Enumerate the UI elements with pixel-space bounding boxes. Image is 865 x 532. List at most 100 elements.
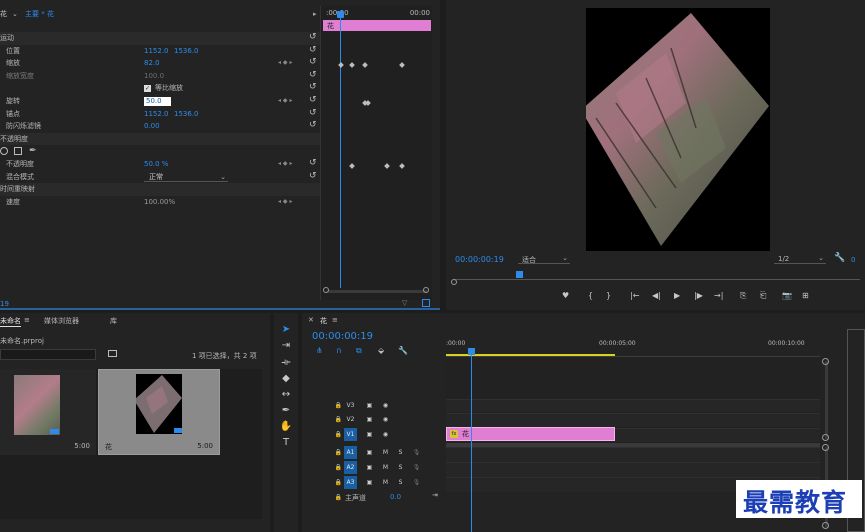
blend-mode-dropdown[interactable]: 正常 ⌄ (144, 172, 228, 182)
quality-dropdown[interactable]: 1/2 ⌄ (774, 253, 826, 264)
sync-lock-icon[interactable]: ▣ (363, 428, 376, 441)
mark-in-button[interactable]: { (588, 291, 593, 300)
vertical-scrollbar[interactable] (825, 361, 828, 439)
sync-lock-icon[interactable]: ▣ (363, 446, 376, 459)
go-to-end-icon[interactable]: ⇥ (432, 491, 438, 499)
timeline-timecode[interactable]: 00:00:00:19 (312, 331, 373, 342)
track-a2-lane[interactable] (446, 462, 820, 477)
selection-tool-icon[interactable]: ➤ (278, 324, 294, 335)
hand-tool-icon[interactable]: ✋ (278, 421, 294, 432)
uniform-scale-checkbox[interactable]: ✓ (144, 85, 151, 93)
position-y-value[interactable]: 1536.0 (174, 45, 199, 58)
go-to-out-button[interactable]: →| (714, 291, 723, 300)
solo-button[interactable]: S (394, 461, 407, 474)
menu-icon[interactable]: ≡ (332, 316, 338, 324)
solo-button[interactable]: S (394, 476, 407, 489)
eye-icon[interactable]: ◉ (379, 428, 392, 441)
keyframe-diamond[interactable] (384, 163, 390, 169)
zoom-handle-left-icon[interactable] (323, 287, 329, 293)
property-row-position[interactable]: 位置 1152.0 1536.0 ↺ (0, 45, 320, 58)
chevron-down-icon[interactable]: ⌄ (12, 8, 18, 20)
track-v2-lane[interactable] (446, 413, 820, 427)
property-row-rotation[interactable]: 旋转 50.0 ◂ ◆ ▸ ↺ (0, 95, 320, 108)
keyframe-nav[interactable]: ◂ ◆ ▸ (278, 95, 292, 108)
reset-icon[interactable]: ↺ (309, 170, 317, 183)
reset-icon[interactable]: ↺ (309, 69, 317, 82)
property-row-blend-mode[interactable]: 混合模式 正常 ⌄ ↺ (0, 171, 320, 184)
reset-icon[interactable]: ↺ (309, 119, 317, 132)
mini-playhead-handle[interactable] (337, 11, 344, 18)
program-scrub-bar[interactable] (455, 271, 860, 281)
master-volume[interactable]: 0.0 (390, 493, 401, 501)
slip-tool-icon[interactable]: ↔ (278, 389, 294, 400)
filter-icon[interactable]: ▽ (402, 299, 407, 307)
scale-value[interactable]: 82.0 (144, 57, 160, 70)
property-row-anchor[interactable]: 锚点 1152.0 1536.0 ↺ (0, 108, 320, 121)
wrench-icon[interactable]: 🔧 (834, 253, 845, 263)
play-button[interactable]: ▶ (674, 291, 680, 300)
scroll-handle-icon[interactable] (822, 444, 829, 451)
magnet-icon[interactable]: ∩ (336, 346, 342, 355)
new-bin-icon[interactable] (108, 350, 117, 357)
property-row-anti-flicker[interactable]: 防闪烁滤镜 0.00 ↺ (0, 120, 320, 133)
zoom-handle-right-icon[interactable] (423, 287, 429, 293)
track-a1-lane[interactable] (446, 447, 820, 462)
opacity-value[interactable]: 50.0 % (144, 158, 168, 171)
project-item-media[interactable]: 5:00 (0, 369, 96, 455)
eye-icon[interactable]: ◉ (379, 399, 392, 412)
export-frame-button[interactable]: 📷 (782, 291, 792, 300)
property-row-speed[interactable]: 速度 100.00% ◂ ◆ ▸ (0, 196, 320, 209)
keyframe-diamond[interactable] (362, 62, 368, 68)
keyframe-diamond[interactable] (399, 62, 405, 68)
scroll-handle-icon[interactable] (822, 358, 829, 365)
video-frame[interactable] (586, 8, 770, 251)
project-item-sequence[interactable]: 花 5:00 (98, 369, 220, 455)
keyframe-nav[interactable]: ◂ ◆ ▸ (278, 158, 292, 171)
sync-lock-icon[interactable]: ▣ (363, 461, 376, 474)
mic-icon[interactable]: 🎙 (410, 461, 423, 474)
type-tool-icon[interactable]: T (278, 437, 294, 448)
add-marker-button[interactable]: ♥ (562, 291, 569, 300)
mic-icon[interactable]: 🎙 (410, 476, 423, 489)
reset-icon[interactable]: ↺ (309, 56, 317, 69)
step-forward-button[interactable]: |▶ (694, 291, 703, 300)
anchor-x-value[interactable]: 1152.0 (144, 108, 169, 121)
comparison-view-button[interactable]: ⊞ (802, 291, 809, 300)
mute-button[interactable]: M (379, 476, 392, 489)
speed-value[interactable]: 100.00% (144, 196, 175, 209)
track-label-v2[interactable]: V2 (344, 413, 357, 426)
tab-library[interactable]: 库 (110, 316, 117, 326)
scrub-playhead[interactable] (516, 271, 523, 278)
property-row-uniform-scale[interactable]: ✓ 等比缩放 ↺ (0, 82, 320, 95)
reset-icon[interactable]: ↺ (309, 107, 317, 120)
ellipse-mask-icon[interactable] (0, 147, 8, 156)
track-label-a3[interactable]: A3 (344, 476, 357, 489)
ripple-edit-tool-icon[interactable]: ⟛ (278, 357, 294, 368)
menu-icon[interactable]: ≡ (24, 316, 30, 324)
reset-icon[interactable]: ↺ (309, 81, 317, 94)
mini-playhead[interactable] (340, 12, 341, 288)
keyframe-nav[interactable]: ◂ ◆ ▸ (278, 196, 292, 209)
keyframe-timeline[interactable]: :00:00 00:00 花 (320, 6, 432, 300)
property-row-time-remap[interactable]: 时间重映射 (0, 183, 320, 196)
mic-icon[interactable]: 🎙 (410, 446, 423, 459)
linked-selection-icon[interactable]: ⧉ (356, 346, 362, 356)
reset-icon[interactable]: ↺ (309, 157, 317, 170)
sync-lock-icon[interactable]: ▣ (363, 399, 376, 412)
clip-tab[interactable]: 花 (0, 8, 7, 20)
reset-icon[interactable]: ↺ (309, 31, 317, 44)
scroll-handle-icon[interactable] (822, 522, 829, 529)
keyframe-nav[interactable]: ◂ ◆ ▸ (278, 57, 292, 70)
keyframe-diamond[interactable] (349, 163, 355, 169)
snap-icon[interactable]: ⋔ (316, 346, 323, 355)
sync-lock-icon[interactable]: ▣ (363, 413, 376, 426)
reset-icon[interactable]: ↺ (309, 94, 317, 107)
sequence-tab[interactable]: 花 (320, 316, 327, 326)
track-select-tool-icon[interactable]: ⇥ (278, 340, 294, 351)
tab-project[interactable]: 未命名 (0, 316, 21, 327)
fit-dropdown[interactable]: 适合 ⌄ (518, 253, 570, 264)
effect-timecode[interactable]: 19 (0, 300, 9, 308)
pen-mask-icon[interactable]: ✒ (29, 145, 37, 158)
lift-button[interactable]: ⎘ (740, 291, 746, 301)
property-row-opacity[interactable]: 不透明度 50.0 % ◂ ◆ ▸ ↺ (0, 158, 320, 171)
